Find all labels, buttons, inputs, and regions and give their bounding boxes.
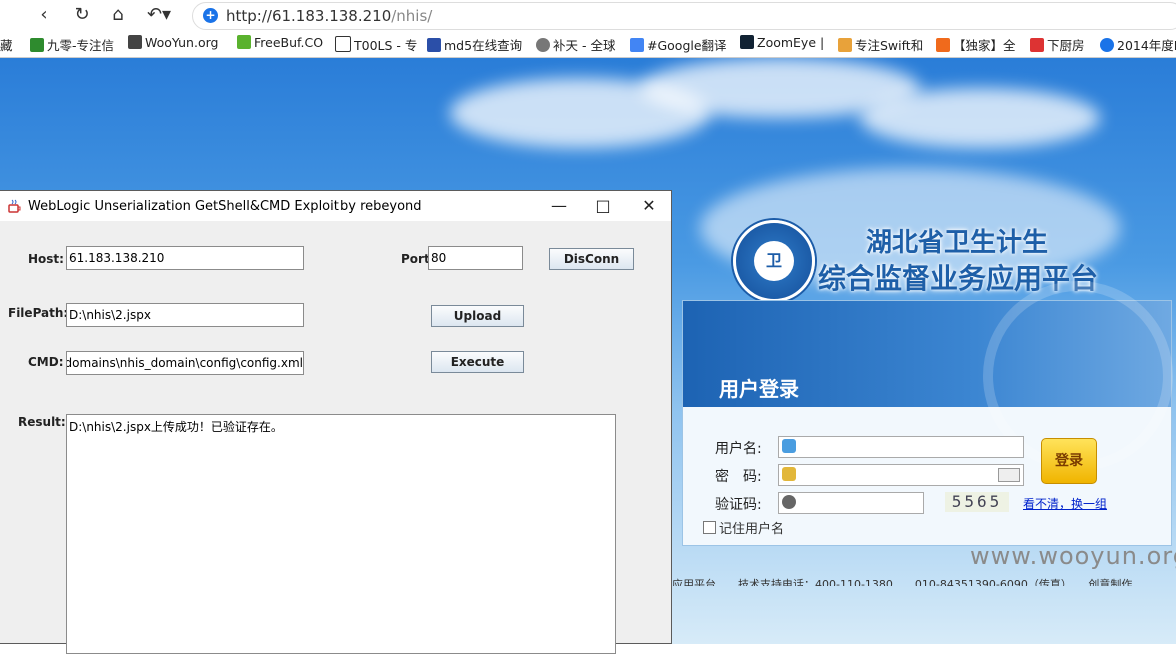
bookmark-item[interactable]: #Google翻译 xyxy=(630,35,727,54)
bookmark-item[interactable]: ZoomEye | xyxy=(740,35,824,50)
bookmark-item[interactable]: 下厨房 xyxy=(1030,35,1085,54)
lock-icon xyxy=(782,467,796,481)
host-label: Host: xyxy=(28,252,64,266)
bookmark-item[interactable]: 2014年度M xyxy=(1100,35,1176,54)
bookmark-item[interactable]: 补天 - 全球 xyxy=(536,35,615,54)
result-textarea[interactable]: D:\nhis\2.jspx上传成功！已验证存在。 xyxy=(66,414,616,654)
upload-button[interactable]: Upload xyxy=(431,305,524,327)
freebuf-icon xyxy=(237,35,251,49)
login-title: 用户登录 xyxy=(719,377,799,401)
address-bar[interactable]: + http://61.183.138.210/nhis/ xyxy=(192,2,1176,30)
google-translate-icon xyxy=(630,38,644,52)
cmd-label: CMD: xyxy=(28,355,64,369)
bookmark-item[interactable]: FreeBuf.CO xyxy=(237,35,323,50)
reload-icon[interactable]: ↻ xyxy=(70,3,94,27)
health-emblem: 卫 xyxy=(733,220,815,302)
exploit-window: WebLogic Unserialization GetShell&CMD Ex… xyxy=(0,190,672,654)
maximize-icon[interactable]: □ xyxy=(590,195,616,217)
clock-icon xyxy=(782,495,796,509)
zoomeye-icon xyxy=(740,35,754,49)
bird-icon xyxy=(936,38,950,52)
keyboard-icon[interactable] xyxy=(998,468,1020,482)
site-title-line1: 湖北省卫生计生 xyxy=(866,228,1049,258)
home-icon[interactable]: ⌂ xyxy=(106,3,130,27)
window-title: WebLogic Unserialization GetShell&CMD Ex… xyxy=(28,199,339,214)
bookmarks-bar: 藏 九零-专注信 WooYun.org FreeBuf.CO T00LS - 专… xyxy=(0,30,1176,58)
undo-icon[interactable]: ↶▾ xyxy=(142,3,176,27)
user-icon xyxy=(782,439,796,453)
filepath-input[interactable]: D:\nhis\2.jspx xyxy=(66,303,304,327)
cloud xyxy=(860,88,1100,148)
minimize-icon[interactable]: — xyxy=(546,195,572,217)
secure-icon: + xyxy=(203,8,218,23)
kitchen-icon xyxy=(1030,38,1044,52)
star-icon xyxy=(536,38,550,52)
result-label: Result: xyxy=(18,415,66,429)
captcha-label: 验证码: xyxy=(715,497,762,513)
execute-button[interactable]: Execute xyxy=(431,351,524,373)
captcha-input[interactable] xyxy=(778,492,924,514)
tools-icon xyxy=(335,36,351,52)
remember-checkbox[interactable] xyxy=(703,521,716,534)
window-titlebar[interactable]: WebLogic Unserialization GetShell&CMD Ex… xyxy=(0,191,671,221)
bookmark-item[interactable]: 九零-专注信 xyxy=(30,35,114,54)
login-button[interactable]: 登录 xyxy=(1041,438,1097,484)
bookmark-item[interactable]: WooYun.org xyxy=(128,35,218,50)
login-header: 用户登录 xyxy=(683,281,1173,471)
browser-toolbar: ‹ ↻ ⌂ ↶▾ + http://61.183.138.210/nhis/ xyxy=(0,0,1176,30)
window-author: by rebeyond xyxy=(340,199,422,214)
result-text: D:\nhis\2.jspx上传成功！已验证存在。 xyxy=(69,420,283,434)
remember-username[interactable]: 记住用户名 xyxy=(703,518,784,537)
host-input[interactable]: 61.183.138.210 xyxy=(66,246,304,270)
emblem-center-icon: 卫 xyxy=(754,241,794,281)
swift-icon xyxy=(838,38,852,52)
frog-icon xyxy=(30,38,44,52)
port-input[interactable]: 80 xyxy=(428,246,523,270)
back-icon[interactable]: ‹ xyxy=(32,3,56,27)
filepath-label: FilePath: xyxy=(8,306,69,320)
site-footer: 应用平台 技术支持电话：400-110-1380 010-84351390-60… xyxy=(672,578,1133,586)
bookmark-item[interactable]: 藏 xyxy=(0,35,13,54)
grid-icon xyxy=(427,38,441,52)
username-input[interactable] xyxy=(778,436,1024,458)
bookmark-item[interactable]: 【独家】全 xyxy=(936,35,1016,54)
disconn-button[interactable]: DisConn xyxy=(549,248,634,270)
java-icon xyxy=(8,199,21,213)
bookmark-item[interactable]: md5在线查询 xyxy=(427,35,522,54)
wooyun-watermark: www.wooyun.org xyxy=(970,542,1176,570)
captcha-refresh-link[interactable]: 看不清，换一组 xyxy=(1023,495,1107,512)
close-icon[interactable]: ✕ xyxy=(636,195,662,217)
cmd-input[interactable]: ts\domains\nhis_domain\config\config.xml xyxy=(66,351,304,375)
address-url: http://61.183.138.210/nhis/ xyxy=(226,7,433,25)
password-label: 密 码: xyxy=(715,469,762,485)
login-panel: 用户登录 用户名: 密 码: 验证码: 登录 5565 看不清，换一组 记住用户… xyxy=(682,281,1173,546)
captcha-image: 5565 xyxy=(945,492,1009,512)
bookmark-item[interactable]: T00LS - 专 xyxy=(335,35,417,54)
play-icon xyxy=(1100,38,1114,52)
password-input[interactable] xyxy=(778,464,1024,486)
remember-label: 记住用户名 xyxy=(719,522,785,537)
username-label: 用户名: xyxy=(715,441,762,457)
wooyun-icon xyxy=(128,35,142,49)
bookmark-item[interactable]: 专注Swift和 xyxy=(838,35,923,54)
